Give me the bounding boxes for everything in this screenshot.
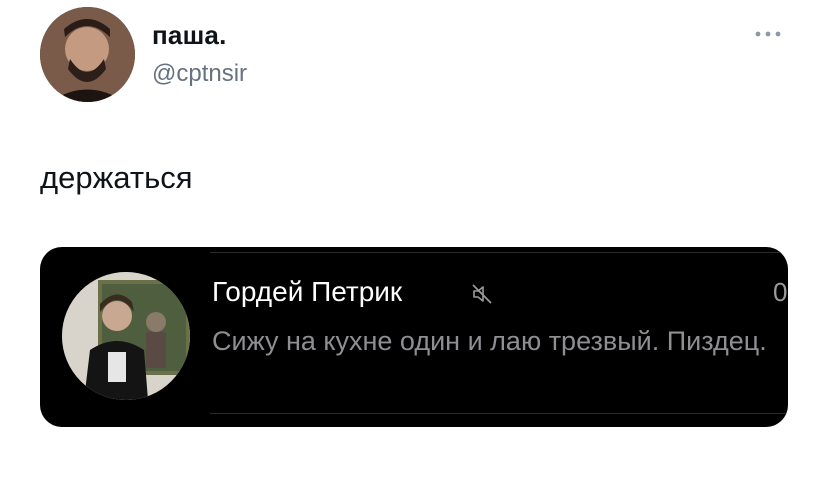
more-options-button[interactable] — [752, 26, 784, 42]
sender-avatar — [62, 272, 190, 400]
tweet-media-image[interactable]: Гордей Петрик 0 Сижу на кухне один и лаю… — [40, 247, 788, 427]
author-avatar[interactable] — [40, 7, 135, 102]
sender-avatar-icon — [62, 272, 190, 400]
user-avatar-icon — [40, 7, 135, 102]
tweet: паша. @cptnsir держаться Гордей Петрик 0… — [0, 0, 828, 479]
unread-counter: 0 — [773, 277, 788, 307]
sender-name: Гордей Петрик — [212, 276, 403, 307]
message-preview: Сижу на кухне один и лаю трезвый. Пиздец… — [212, 326, 767, 356]
tweet-text: держаться — [40, 160, 193, 195]
author-display-name[interactable]: паша. — [152, 20, 227, 51]
more-horizontal-icon — [755, 31, 781, 37]
author-handle[interactable]: @cptnsir — [152, 60, 247, 88]
divider — [210, 413, 788, 414]
divider — [210, 252, 788, 253]
muted-icon — [472, 284, 492, 304]
